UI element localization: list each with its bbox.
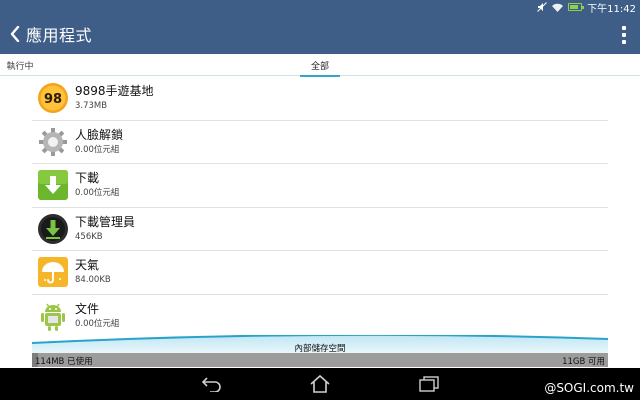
mute-icon [537,2,548,12]
app-settings-screen: 下午11:42 應用程式 執行中 全部 98 9898手遊基地 3.73MB 人… [0,0,640,400]
weather-umbrella-icon [37,256,69,288]
navigation-bar: @SOGI.com.tw [0,368,640,400]
list-item-documents[interactable]: 文件 0.00位元組 [32,295,608,339]
list-item-weather[interactable]: 天氣 84.00KB [32,251,608,295]
app-size: 456KB [75,231,103,242]
tab-running[interactable]: 執行中 [0,54,40,76]
app-size: 84.00KB [75,275,111,286]
battery-charging-icon [568,3,585,11]
face-unlock-gear-icon [37,126,69,158]
action-bar: 應用程式 [0,14,640,54]
svg-text:98: 98 [44,92,62,107]
app-size: 0.00位元組 [75,188,120,199]
app-size: 3.73MB [75,101,108,112]
android-documents-icon [37,300,69,332]
download-manager-icon [37,213,69,245]
storage-used-text: 114MB 已使用 [35,357,93,367]
watermark: @SOGI.com.tw [544,381,634,395]
storage-bar: 114MB 已使用 11GB 可用 [32,353,608,367]
tab-all[interactable]: 全部 [300,54,340,77]
status-time: 下午11:42 [587,3,636,15]
app-name: 下載 [75,171,100,186]
page-title: 應用程式 [26,26,93,45]
chevron-left-icon[interactable] [4,14,26,54]
recents-icon[interactable] [415,372,443,396]
list-item-download-manager[interactable]: 下載管理員 456KB [32,208,608,251]
9898-game-icon: 98 [37,82,69,114]
list-item-face-unlock[interactable]: 人臉解鎖 0.00位元組 [32,121,608,164]
overflow-menu-icon[interactable] [622,26,626,44]
back-icon[interactable] [198,372,226,396]
status-bar: 下午11:42 [0,0,640,15]
wifi-icon [552,3,564,12]
app-name: 人臉解鎖 [75,127,124,142]
app-name: 9898手遊基地 [75,84,154,99]
app-name: 天氣 [75,258,100,273]
app-name: 下載管理員 [75,214,136,229]
storage-indicator: 內部儲存空間 114MB 已使用 11GB 可用 [32,335,608,368]
app-size: 0.00位元組 [75,144,120,155]
storage-available-text: 11GB 可用 [562,357,605,367]
home-icon[interactable] [306,372,334,396]
app-list: 98 9898手遊基地 3.73MB 人臉解鎖 0.00位元組 下載 0.00位… [32,77,608,338]
list-item-download[interactable]: 下載 0.00位元組 [32,164,608,208]
list-item-9898[interactable]: 98 9898手遊基地 3.73MB [32,77,608,121]
app-name: 文件 [75,302,100,317]
download-icon [37,169,69,201]
tab-bar: 執行中 全部 [0,54,640,77]
app-size: 0.00位元組 [75,319,120,330]
